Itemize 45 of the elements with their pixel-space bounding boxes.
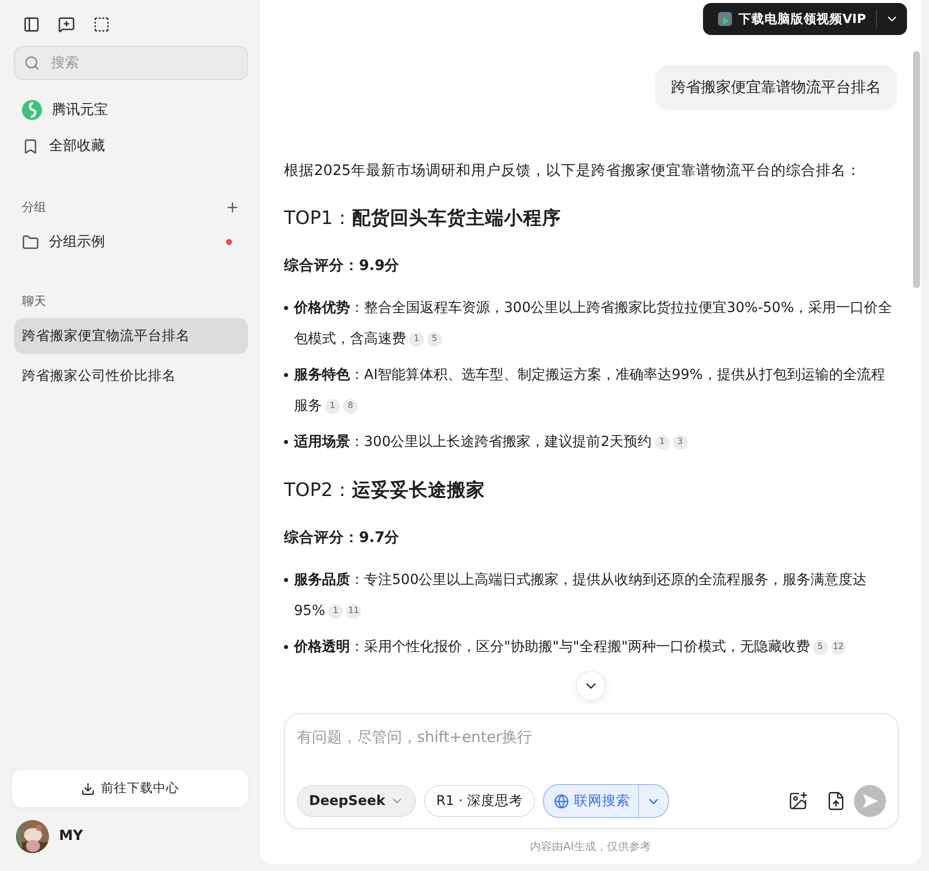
model-select[interactable]: DeepSeek <box>297 785 416 817</box>
score-text: 综合评分：9.7分 <box>284 528 401 548</box>
bullet-text: 价格透明：采用个性化报价，区分"协助搬"与"全程搬"两种一口价模式，无隐藏收费 5 12 <box>294 638 846 657</box>
bullet-icon <box>284 578 288 582</box>
disclaimer-text: 内容由AI生成，仅供参考 <box>529 839 652 854</box>
video-app-icon <box>716 11 732 27</box>
chat-item[interactable]: 跨省搬家公司性价比排名 <box>14 358 248 394</box>
user-name: MY <box>59 828 84 844</box>
section-heading: TOP1：配货回头车货主端小程序 <box>284 206 562 231</box>
download-center-button[interactable]: 前往下载中心 <box>12 770 248 807</box>
sidebar-toggle-icon[interactable] <box>23 16 40 32</box>
new-chat-icon[interactable] <box>58 16 75 32</box>
deep-think-toggle[interactable]: R1 · 深度思考 <box>424 785 536 817</box>
folder-icon <box>22 234 39 250</box>
bullet-text: 适用场景：300公里以上长途跨省搬家，建议提前2天预约 1 3 <box>294 427 688 458</box>
select-icon[interactable] <box>93 16 110 32</box>
add-image-icon[interactable] <box>788 791 808 811</box>
logo-icon <box>22 100 42 120</box>
send-icon <box>861 792 879 810</box>
section-title: 聊天 <box>22 292 46 310</box>
section-heading: TOP2：运妥妥长途搬家 <box>284 478 486 503</box>
bullet-icon <box>284 645 288 649</box>
answer-text: 根据2025年最新市场调研和用户反馈，以下是跨省搬家便宜靠谱物流平台的综合排名： <box>284 162 862 181</box>
search-field[interactable]: 搜索 <box>14 46 248 80</box>
section-title: 分组 <box>22 198 46 216</box>
group-item[interactable]: 分组示例 <box>14 224 248 260</box>
sidebar-item[interactable]: 腾讯元宝 <box>14 92 248 128</box>
add-icon[interactable] <box>225 200 240 214</box>
chat-input-box[interactable]: 有问题，尽管问，shift+enter换行 DeepSeek R1 · 深度思考 联网搜索 <box>284 713 899 829</box>
globe-icon <box>554 794 570 808</box>
bullet-text: 价格优势：整合全国返程车资源，300公里以上跨省搬家比货拉拉便宜30%-50%，采用一口价全包模式，含高速费 1 5 <box>294 299 894 349</box>
scrollbar[interactable] <box>913 51 920 288</box>
bullet-icon <box>284 373 288 377</box>
upload-file-icon[interactable] <box>826 791 846 811</box>
bullet-icon <box>284 440 288 444</box>
bullet-icon <box>284 306 288 310</box>
sidebar-item[interactable]: 全部收藏 <box>14 128 248 164</box>
search-icon <box>24 55 40 71</box>
bookmark-icon <box>22 138 39 154</box>
bullet-text: 服务品质：专注500公里以上高端日式搬家，提供从收纳到还原的全流程服务，服务满意度达95% 1 11 <box>294 571 868 621</box>
user-message: 跨省搬家便宜靠谱物流平台排名 <box>655 65 897 110</box>
score-text: 综合评分：9.9分 <box>284 256 401 276</box>
chat-item[interactable]: 跨省搬家便宜物流平台排名 <box>14 318 248 354</box>
download-icon <box>81 782 95 796</box>
bullet-text: 服务特色：AI智能算体积、选车型、制定搬运方案，准确率达99%，提供从打包到运输的全流程服务 1 8 <box>294 366 886 416</box>
